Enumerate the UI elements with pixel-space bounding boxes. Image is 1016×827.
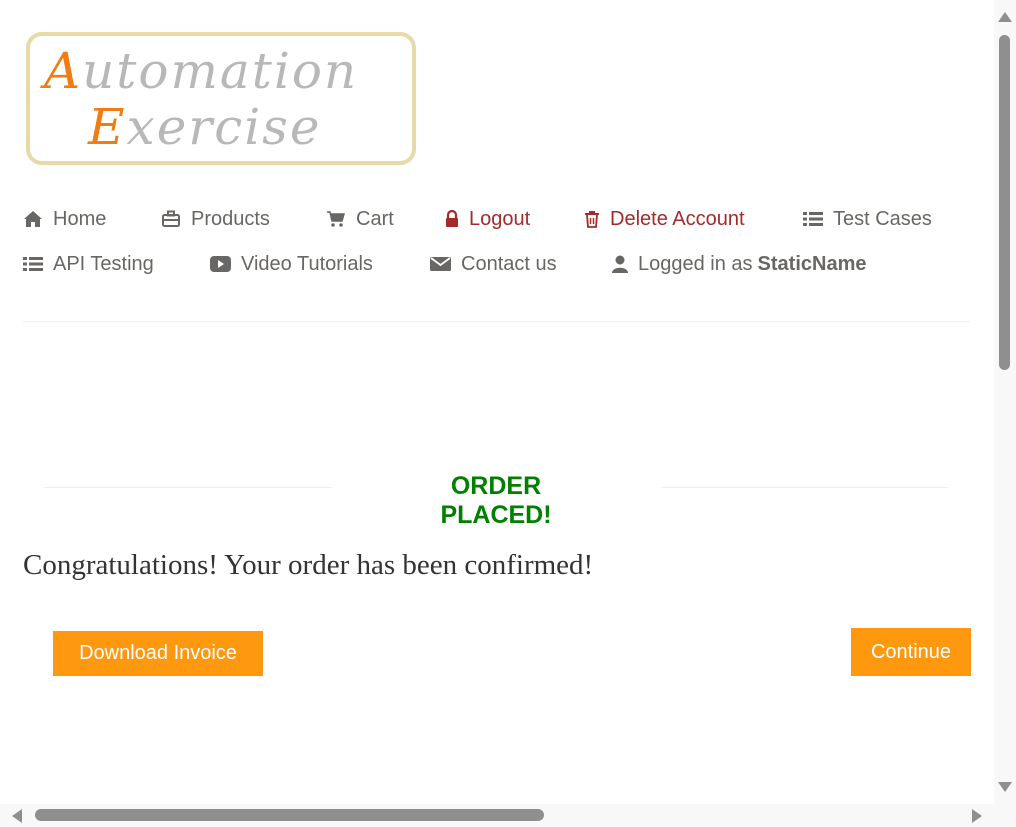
continue-button[interactable]: Continue xyxy=(851,628,971,676)
list-icon xyxy=(803,209,823,229)
nav-home[interactable]: Home xyxy=(23,202,106,236)
vertical-scrollbar[interactable] xyxy=(994,0,1016,804)
scroll-down-arrow-icon[interactable] xyxy=(998,782,1012,792)
nav-test-cases[interactable]: Test Cases xyxy=(803,202,932,236)
horizontal-scrollbar[interactable] xyxy=(0,804,1016,827)
home-icon xyxy=(23,209,43,229)
scroll-up-arrow-icon[interactable] xyxy=(998,12,1012,22)
nav-test-cases-label: Test Cases xyxy=(833,207,932,230)
scroll-left-arrow-icon[interactable] xyxy=(12,809,22,823)
nav-delete-account[interactable]: Delete Account xyxy=(584,202,745,236)
nav-contact-us[interactable]: Contact us xyxy=(430,247,557,281)
logo-line-automation: Automation xyxy=(44,42,359,100)
user-icon xyxy=(612,254,628,274)
lock-icon xyxy=(445,209,459,229)
nav-products-label: Products xyxy=(191,207,270,230)
nav-logout-label: Logout xyxy=(469,207,531,230)
nav-cart-label: Cart xyxy=(356,207,394,230)
site-logo[interactable]: Automation Exercise xyxy=(26,32,416,165)
logo-line-exercise: Exercise xyxy=(88,98,322,156)
nav-contact-us-label: Contact us xyxy=(461,252,557,275)
logged-in-prefix: Logged in as xyxy=(638,252,753,275)
nav-home-label: Home xyxy=(53,207,107,230)
nav-video-tutorials-label: Video Tutorials xyxy=(241,252,373,275)
nav-api-testing[interactable]: API Testing xyxy=(23,247,154,281)
trash-icon xyxy=(584,209,600,229)
nav-cart[interactable]: Cart xyxy=(326,202,394,236)
logged-in-username: StaticName xyxy=(757,252,867,275)
envelope-icon xyxy=(430,254,451,274)
nav-api-testing-label: API Testing xyxy=(53,252,154,275)
cart-icon xyxy=(326,209,346,229)
vertical-scroll-thumb[interactable] xyxy=(999,35,1010,370)
nav-video-tutorials[interactable]: Video Tutorials xyxy=(210,247,373,281)
download-invoice-button[interactable]: Download Invoice xyxy=(53,631,263,676)
youtube-play-icon xyxy=(210,254,231,274)
list-icon xyxy=(23,254,43,274)
order-placed-heading: ORDER PLACED! xyxy=(44,470,948,529)
header-divider xyxy=(23,321,970,322)
nav-products[interactable]: Products xyxy=(161,202,270,236)
heading-divider-right xyxy=(662,487,948,488)
heading-divider-left xyxy=(44,487,332,488)
horizontal-scroll-thumb[interactable] xyxy=(35,809,544,821)
nav-logged-in-status: Logged in as StaticName xyxy=(612,247,866,281)
nav-logout[interactable]: Logout xyxy=(445,202,530,236)
order-placed-title: ORDER PLACED! xyxy=(440,472,552,529)
nav-delete-account-label: Delete Account xyxy=(610,207,745,230)
page-viewport: Automation Exercise Home Products Cart L… xyxy=(0,0,994,804)
order-confirmation-message: Congratulations! Your order has been con… xyxy=(23,549,594,581)
scroll-right-arrow-icon[interactable] xyxy=(972,809,982,823)
briefcase-icon xyxy=(161,209,181,229)
